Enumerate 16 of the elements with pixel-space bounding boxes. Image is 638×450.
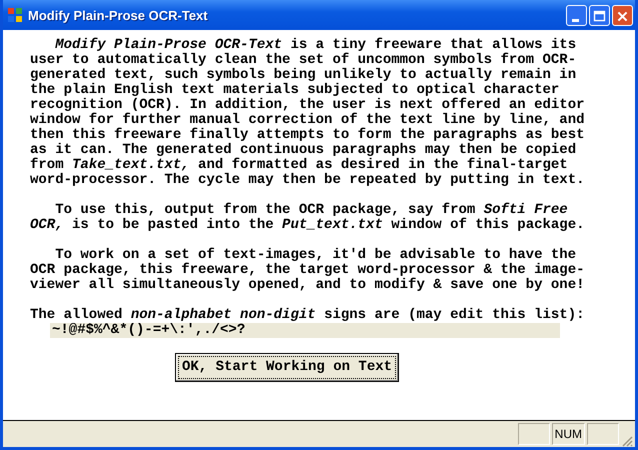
start-button[interactable]: OK, Start Working on Text — [175, 353, 400, 382]
allowed-signs-field[interactable]: ~!@#$%^&*()-=+\:',./<>? — [50, 323, 560, 338]
description-paragraph: Modify Plain-Prose OCR-Text is a tiny freeware that allows its user to automatically clean the set of uncommon symbols from OCR- generated text, such symbols being unlikely to actually remain in the plain English text materials subjected to optical character recognition (OCR). In addition, the user is next offered an editor window for further manual correction of the text line by line, and then this freeware finally attempts to form the paragraphs as best as it can. The generated continuous paragraphs may then be copied from Take_text.txt, and formatted as desired in the final-target word-processor. The cycle may then be repeated by putting in text. — [30, 38, 586, 188]
description-paragraph: To work on a set of text-images, it'd be advisable to have the OCR package, this freeware, the target word-processor & the image- viewer all simultaneously opened, and to modify & save one by one! — [30, 248, 586, 293]
resize-grip-icon[interactable] — [621, 435, 633, 447]
description-paragraph: To use this, output from the OCR package, say from Softi Free OCR, is to be pasted into the Put_text.txt window of this package. — [30, 203, 586, 233]
windows-flag-icon — [7, 7, 23, 23]
minimize-button[interactable] — [566, 4, 587, 26]
status-pane — [518, 423, 550, 445]
minimize-icon — [572, 18, 579, 22]
window-title: Modify Plain-Prose OCR-Text — [28, 8, 209, 22]
close-button[interactable] — [612, 4, 633, 26]
num-lock-indicator: NUM — [552, 423, 585, 445]
status-pane — [587, 423, 619, 445]
maximize-button[interactable] — [589, 4, 610, 26]
allowed-signs-label: The allowed non-alphabet non-digit signs are (may edit this list): — [30, 308, 586, 323]
